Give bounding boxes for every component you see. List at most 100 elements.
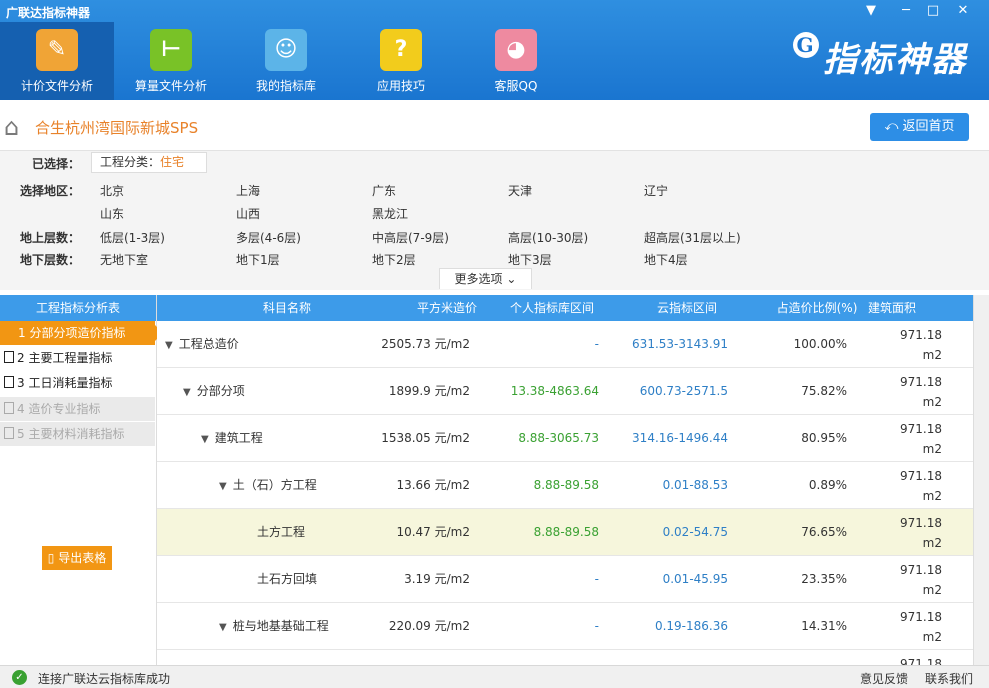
region-option[interactable]: 北京	[100, 182, 124, 199]
back-arrow-icon: ⤺	[884, 119, 903, 134]
expand-triangle-icon[interactable]: ▼	[219, 463, 227, 510]
toolbar-item-4[interactable]: ? 应用技巧	[344, 22, 458, 100]
row-name: 桩与地基基础工程	[232, 619, 329, 633]
contact-link[interactable]: 联系我们	[925, 670, 973, 687]
expand-triangle-icon[interactable]: ▼	[183, 369, 191, 416]
below-floor-option[interactable]: 地下4层	[644, 251, 688, 268]
selected-tag[interactable]: 工程分类：住宅	[91, 152, 207, 173]
maximize-button[interactable]: □	[923, 2, 943, 20]
above-floor-option[interactable]: 超高层(31层以上)	[644, 229, 741, 246]
left-nav-item-3[interactable]: 3 工日消耗量指标	[0, 371, 155, 395]
region-option[interactable]: 山东	[100, 205, 124, 222]
area-value: 971.18	[900, 375, 942, 389]
document-icon	[4, 402, 14, 414]
left-nav-label: 4 造价专业指标	[17, 402, 101, 416]
export-table-button[interactable]: ▯ 导出表格	[42, 546, 112, 570]
cloud-range-cell: 0.01-45.95	[662, 572, 728, 586]
expand-triangle-icon[interactable]: ▼	[219, 604, 227, 651]
above-floor-option[interactable]: 高层(10-30层)	[508, 229, 588, 246]
region-option[interactable]: 辽宁	[644, 182, 668, 199]
table-row[interactable]: 土方工程 10.47 元/m2 8.88-89.58 0.02-54.75 76.65%…	[157, 509, 973, 556]
table-row[interactable]: 土石方回填 3.19 元/m2 - 0.01-45.95 23.35% 971.18 m2	[157, 556, 973, 603]
table-row[interactable]: ▼ 工程总造价 2505.73 元/m2 - 631.53-3143.91 100.00%…	[157, 321, 973, 368]
left-nav-label: 3 工日消耗量指标	[17, 376, 113, 390]
close-button[interactable]: ✕	[953, 2, 973, 20]
column-header[interactable]: 建筑面积	[847, 295, 937, 321]
area-unit: m2	[922, 395, 942, 409]
expand-triangle-icon[interactable]: ▼	[165, 322, 173, 369]
cloud-range-cell: 631.53-3143.91	[632, 337, 728, 351]
above-floor-option[interactable]: 中高层(7-9层)	[372, 229, 449, 246]
row-name-cell: ▼ 分部分项	[183, 368, 245, 415]
vertical-scrollbar[interactable]	[973, 295, 989, 665]
document-icon	[4, 351, 14, 363]
area-value: 971.18	[900, 422, 942, 436]
above-floor-option[interactable]: 多层(4-6层)	[236, 229, 301, 246]
column-header[interactable]: 云指标区间	[617, 295, 757, 321]
feedback-link[interactable]: 意见反馈	[860, 670, 908, 687]
below-floor-option[interactable]: 地下3层	[508, 251, 552, 268]
left-nav-label: 5 主要材料消耗指标	[17, 427, 125, 441]
region-option[interactable]: 天津	[508, 182, 532, 199]
region-option[interactable]: 黑龙江	[372, 205, 408, 222]
region-option[interactable]: 山西	[236, 205, 260, 222]
table-header: 科目名称 平方米造价 个人指标库区间 云指标区间 占造价比例(%) 建筑面积	[157, 295, 973, 321]
home-icon: ⌂	[4, 113, 20, 141]
back-home-button[interactable]: ⤺ 返回首页	[870, 113, 969, 141]
table-row[interactable]: 971.18	[157, 650, 973, 665]
toolbar-item-5[interactable]: ◕ 客服QQ	[459, 22, 573, 100]
area-cell: 971.18 m2	[857, 603, 942, 650]
personal-range-cell: 8.88-89.58	[533, 525, 599, 539]
table-row[interactable]: ▼ 建筑工程 1538.05 元/m2 8.88-3065.73 314.16-1496…	[157, 415, 973, 462]
row-name-cell: ▼ 桩与地基基础工程	[219, 603, 329, 650]
toolbar-item-3[interactable]: ☺ 我的指标库	[229, 22, 343, 100]
personal-range-cell: -	[594, 337, 599, 351]
row-name: 工程总造价	[178, 337, 239, 351]
ratio-cell: 14.31%	[801, 619, 847, 633]
check-icon: ✓	[12, 670, 27, 685]
table-row[interactable]: ▼ 土（石）方工程 13.66 元/m2 8.88-89.58 0.01-88.53 0.…	[157, 462, 973, 509]
ratio-cell: 23.35%	[801, 572, 847, 586]
document-icon: ▯	[47, 551, 59, 565]
area-unit: m2	[922, 348, 942, 362]
area-value: 971.18	[900, 469, 942, 483]
expand-triangle-icon[interactable]: ▼	[201, 416, 209, 463]
status-message: 连接广联达云指标库成功	[38, 672, 171, 686]
area-cell: 971.18 m2	[857, 509, 942, 556]
region-option[interactable]: 广东	[372, 182, 396, 199]
region-option[interactable]: 上海	[236, 182, 260, 199]
document-icon	[4, 376, 14, 388]
above-floor-option[interactable]: 低层(1-3层)	[100, 229, 165, 246]
question-icon: ?	[380, 29, 422, 71]
area-cell: 971.18 m2	[857, 556, 942, 603]
left-nav-item-1[interactable]: 1 分部分项造价指标	[0, 321, 163, 345]
menu-dropdown-icon[interactable]: ▼	[861, 2, 881, 20]
below-floor-option[interactable]: 地下2层	[372, 251, 416, 268]
brand-logo: G 指标神器	[793, 32, 967, 81]
area-unit: m2	[922, 489, 942, 503]
area-value: 971.18	[900, 516, 942, 530]
minimize-button[interactable]: ─	[896, 2, 916, 20]
price-cell: 10.47 元/m2	[396, 525, 470, 539]
chevron-down-icon: ⌄	[506, 272, 517, 286]
below-floor-option[interactable]: 地下1层	[236, 251, 280, 268]
price-cell: 2505.73 元/m2	[381, 337, 470, 351]
column-header[interactable]: 个人指标库区间	[487, 295, 617, 321]
project-header: ⌂ 合生杭州湾国际新城SPS	[0, 100, 989, 150]
left-nav-item-2[interactable]: 2 主要工程量指标	[0, 346, 155, 370]
toolbar-item-2[interactable]: ⊢ 算量文件分析	[114, 22, 228, 100]
below-floor-option[interactable]: 无地下室	[100, 251, 148, 268]
personal-range-cell	[477, 650, 599, 665]
toolbar-item-1[interactable]: ✎ 计价文件分析	[0, 22, 114, 100]
table-row[interactable]: ▼ 分部分项 1899.9 元/m2 13.38-4863.64 600.73-2571…	[157, 368, 973, 415]
row-name: 分部分项	[196, 384, 245, 398]
status-bar: ✓ 连接广联达云指标库成功 意见反馈 联系我们	[0, 665, 989, 688]
more-options-button[interactable]: 更多选项 ⌄	[439, 268, 532, 289]
brand-text: 指标神器	[823, 40, 967, 80]
area-cell: 971.18 m2	[857, 321, 942, 368]
selected-label: 已选择：	[31, 157, 80, 171]
table-row[interactable]: ▼ 桩与地基基础工程 220.09 元/m2 - 0.19-186.36 14.31% 97…	[157, 603, 973, 650]
row-name: 建筑工程	[214, 431, 263, 445]
area-cell: 971.18 m2	[857, 368, 942, 415]
area-unit: m2	[922, 583, 942, 597]
